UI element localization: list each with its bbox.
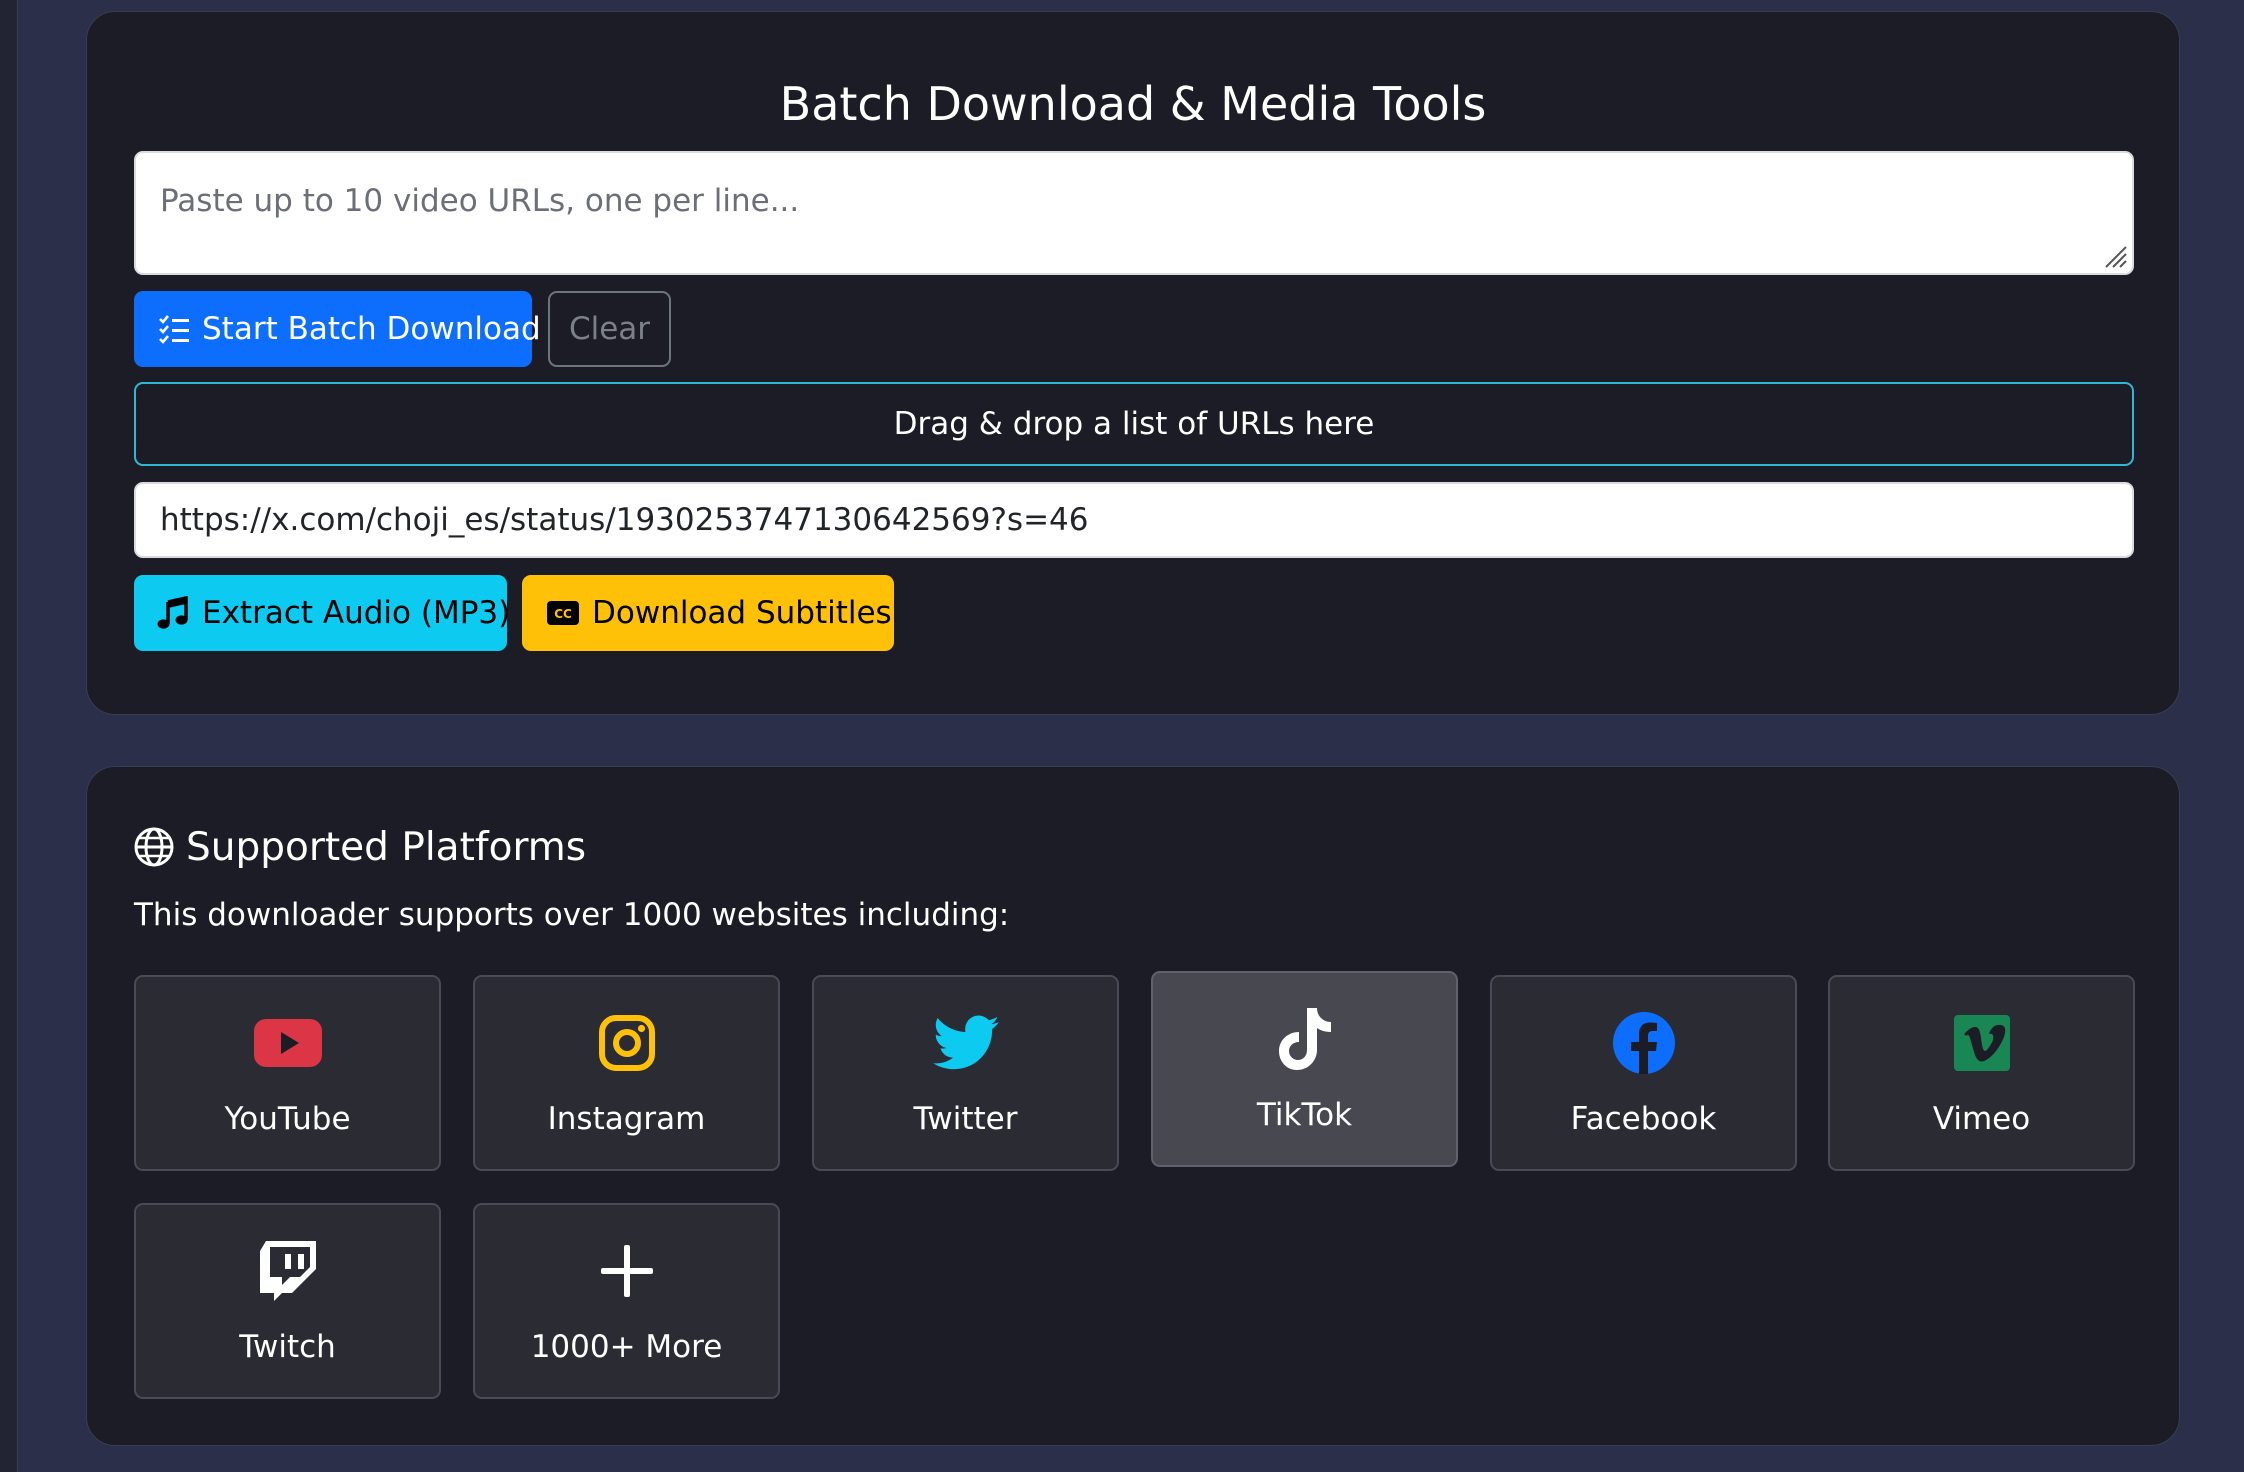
download-subtitles-label: Download Subtitles [592, 595, 892, 631]
url-dropzone[interactable]: Drag & drop a list of URLs here [134, 382, 2134, 466]
supported-platforms-card: Supported Platforms This downloader supp… [86, 766, 2180, 1446]
platform-label: TikTok [1256, 1097, 1353, 1133]
dropzone-label: Drag & drop a list of URLs here [893, 406, 1375, 442]
extract-audio-label: Extract Audio (MP3) [202, 595, 511, 631]
vimeo-icon [1953, 1015, 2010, 1071]
youtube-icon [253, 1019, 322, 1067]
platform-tile-tiktok[interactable]: TikTok [1151, 971, 1458, 1167]
start-batch-label: Start Batch Download [202, 311, 541, 347]
platform-tile-twitter[interactable]: Twitter [812, 975, 1119, 1171]
platform-label: 1000+ More [530, 1329, 723, 1365]
start-batch-download-button[interactable]: Start Batch Download [134, 291, 541, 367]
batch-download-card: Batch Download & Media Tools Paste up to… [86, 11, 2180, 715]
url-input-value: https://x.com/choji_es/status/1930253747… [160, 502, 1089, 538]
platform-label: Twitter [913, 1101, 1018, 1137]
platform-tile-youtube[interactable]: YouTube [134, 975, 441, 1171]
platform-label: Facebook [1570, 1101, 1717, 1137]
globe-icon [134, 827, 174, 867]
clear-button[interactable]: Clear [548, 291, 671, 367]
closed-captions-icon: CC [547, 601, 579, 625]
platform-label: Twitch [239, 1329, 336, 1365]
extract-audio-button[interactable]: Extract Audio (MP3) [134, 575, 511, 651]
platform-tile-more[interactable]: 1000+ More [473, 1203, 780, 1399]
platform-tile-vimeo[interactable]: Vimeo [1828, 975, 2135, 1171]
platform-label: Instagram [547, 1101, 706, 1137]
tiktok-icon [1278, 1008, 1331, 1070]
platform-tile-instagram[interactable]: Instagram [473, 975, 780, 1171]
svg-text:CC: CC [554, 607, 572, 621]
twitch-icon [259, 1241, 316, 1301]
download-subtitles-button[interactable]: CC Download Subtitles [522, 575, 894, 651]
platform-label: YouTube [224, 1101, 351, 1137]
music-note-icon [157, 596, 188, 629]
clear-label: Clear [568, 311, 651, 347]
platforms-title: Supported Platforms [186, 824, 587, 870]
platform-tile-twitch[interactable]: Twitch [134, 1203, 441, 1399]
batch-title: Batch Download & Media Tools [779, 77, 1487, 131]
twitter-icon [932, 1015, 999, 1070]
page-left-edge [0, 0, 18, 1472]
platform-label: Vimeo [1932, 1101, 2031, 1137]
textarea-placeholder: Paste up to 10 video URLs, one per line.… [160, 183, 800, 219]
platform-tile-facebook[interactable]: Facebook [1490, 975, 1797, 1171]
list-check-icon [159, 315, 189, 344]
platforms-heading: Supported Platforms [134, 817, 586, 877]
single-url-input[interactable]: https://x.com/choji_es/status/1930253747… [134, 482, 2134, 558]
instagram-icon [598, 1015, 655, 1071]
plus-icon [600, 1245, 653, 1297]
batch-urls-textarea[interactable]: Paste up to 10 video URLs, one per line.… [134, 151, 2134, 275]
platforms-description: This downloader supports over 1000 websi… [134, 897, 1010, 933]
resize-handle-icon[interactable] [2100, 241, 2128, 269]
facebook-icon [1612, 1012, 1675, 1074]
